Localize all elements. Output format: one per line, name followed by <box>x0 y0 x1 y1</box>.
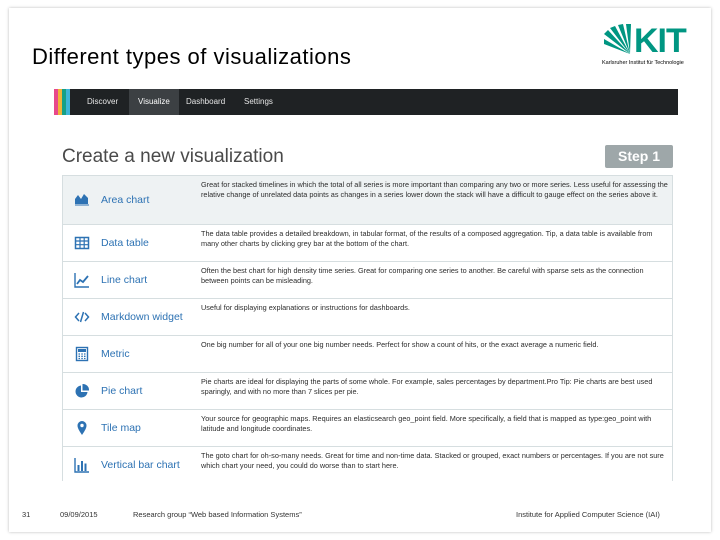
vis-description: The goto chart for oh-so-many needs. Gre… <box>201 451 664 470</box>
vis-row-metric[interactable]: Metric One big number for all of your on… <box>62 336 673 373</box>
page-title: Create a new visualization <box>62 146 284 167</box>
calculator-icon <box>75 346 89 362</box>
map-marker-icon <box>77 421 87 435</box>
logo-subtitle: Karlsruher Institut für Technologie <box>602 60 684 66</box>
nav-discover[interactable]: Discover <box>78 89 127 115</box>
visualization-list: Area chart Great for stacked timelines i… <box>62 175 673 481</box>
nav-visualize[interactable]: Visualize <box>129 89 179 115</box>
pie-chart-icon <box>75 383 90 398</box>
vis-name[interactable]: Markdown widget <box>101 299 183 335</box>
vis-row-tile-map[interactable]: Tile map Your source for geographic maps… <box>62 410 673 447</box>
footer-date: 09/09/2015 <box>60 510 98 519</box>
logo-text: KIT <box>634 22 687 60</box>
vis-description: Your source for geographic maps. Require… <box>201 414 652 433</box>
vis-name[interactable]: Pie chart <box>101 373 142 409</box>
step-badge: Step 1 <box>605 145 673 168</box>
footer-group: Research group “Web based Information Sy… <box>133 510 302 519</box>
vis-description: One big number for all of your one big n… <box>201 340 599 349</box>
bar-chart-icon <box>74 458 89 473</box>
nav-settings[interactable]: Settings <box>235 89 282 115</box>
vis-name[interactable]: Tile map <box>101 410 141 446</box>
vis-row-markdown-widget[interactable]: Markdown widget Useful for displaying ex… <box>62 299 673 336</box>
vis-row-area-chart[interactable]: Area chart Great for stacked timelines i… <box>62 176 673 225</box>
code-icon <box>74 311 90 323</box>
vis-name[interactable]: Area chart <box>101 176 149 224</box>
slide-title: Different types of visualizations <box>32 44 352 69</box>
line-chart-icon <box>74 273 89 288</box>
vis-description: The data table provides a detailed break… <box>201 229 653 248</box>
vis-name[interactable]: Vertical bar chart <box>101 447 180 481</box>
brand-stripe <box>66 89 70 115</box>
vis-name[interactable]: Metric <box>101 336 130 372</box>
vis-row-pie-chart[interactable]: Pie chart Pie charts are ideal for displ… <box>62 373 673 410</box>
vis-name[interactable]: Data table <box>101 225 149 261</box>
vis-row-vertical-bar-chart[interactable]: Vertical bar chart The goto chart for oh… <box>62 447 673 481</box>
vis-description: Often the best chart for high density ti… <box>201 266 644 285</box>
kibana-screenshot: Discover Visualize Dashboard Settings Cr… <box>54 89 678 481</box>
footer-page-number: 31 <box>22 510 31 519</box>
top-navbar: Discover Visualize Dashboard Settings <box>54 89 678 115</box>
nav-dashboard[interactable]: Dashboard <box>177 89 234 115</box>
vis-row-data-table[interactable]: Data table The data table provides a det… <box>62 225 673 262</box>
vis-row-line-chart[interactable]: Line chart Often the best chart for high… <box>62 262 673 299</box>
vis-description: Pie charts are ideal for displaying the … <box>201 377 653 396</box>
footer-institute: Institute for Applied Computer Science (… <box>516 510 660 519</box>
vis-description: Useful for displaying explanations or in… <box>201 303 410 312</box>
vis-name[interactable]: Line chart <box>101 262 147 298</box>
area-chart-icon <box>75 194 89 206</box>
table-icon <box>74 236 90 250</box>
vis-description: Great for stacked timelines in which the… <box>201 180 668 199</box>
